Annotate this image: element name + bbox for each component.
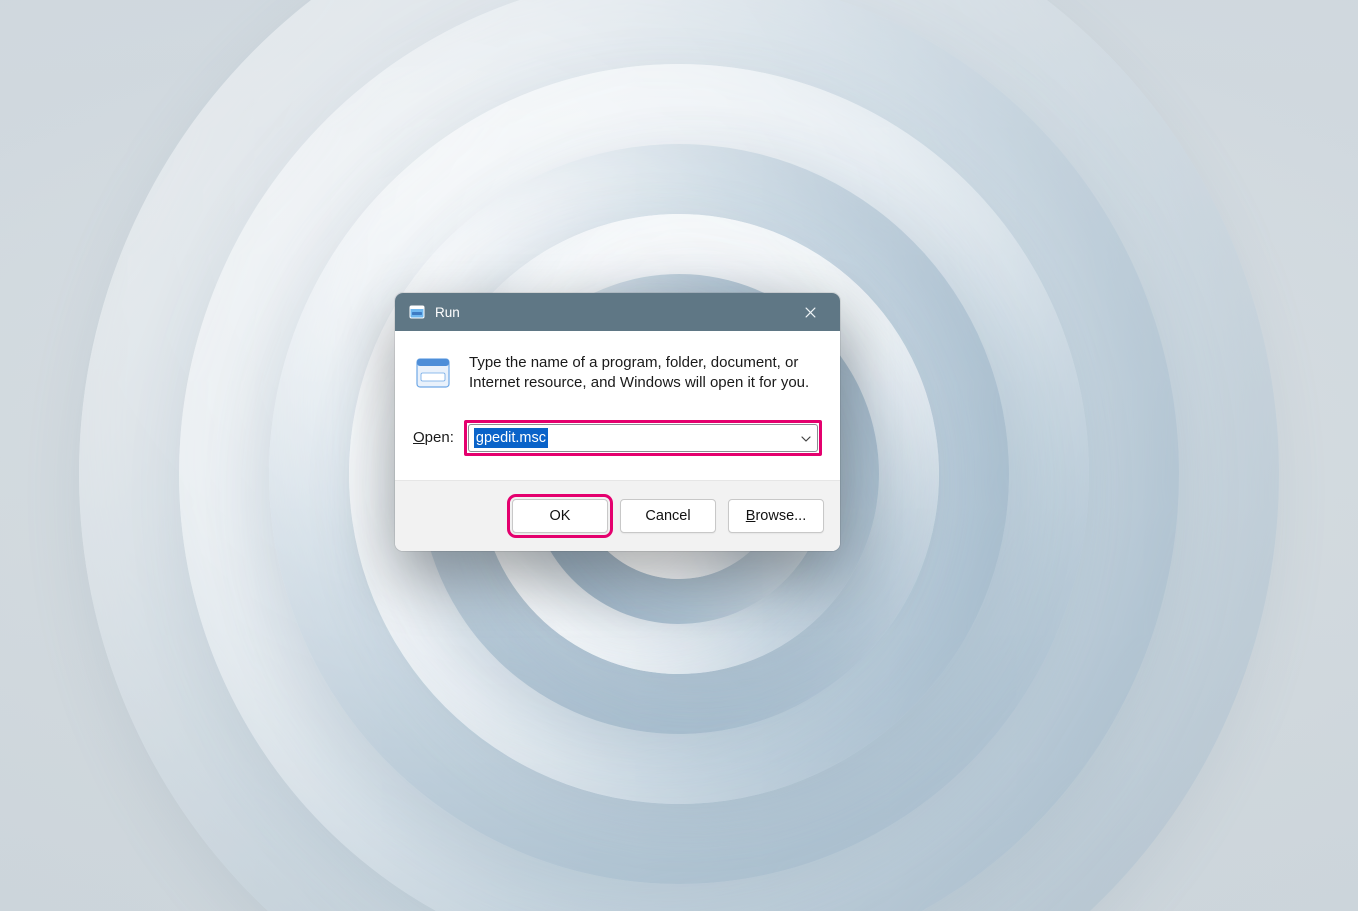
run-icon: [409, 304, 425, 320]
ok-button-label: OK: [550, 508, 571, 524]
cancel-button-label: Cancel: [645, 508, 690, 524]
titlebar[interactable]: Run: [395, 293, 840, 331]
close-icon: [805, 307, 816, 318]
close-button[interactable]: [788, 293, 832, 331]
dialog-description: Type the name of a program, folder, docu…: [469, 353, 820, 394]
browse-button-label: Browse...: [746, 508, 806, 524]
chevron-down-icon[interactable]: [801, 431, 811, 445]
cancel-button[interactable]: Cancel: [620, 499, 716, 533]
dialog-title: Run: [435, 305, 788, 320]
dialog-footer: OK Cancel Browse...: [395, 480, 840, 551]
dialog-body: Type the name of a program, folder, docu…: [395, 331, 840, 418]
ok-button[interactable]: OK: [512, 499, 608, 533]
open-input[interactable]: gpedit.msc: [468, 424, 818, 452]
open-input-value: gpedit.msc: [474, 428, 548, 448]
open-input-highlight: gpedit.msc: [464, 420, 822, 456]
browse-button[interactable]: Browse...: [728, 499, 824, 533]
open-label: Open:: [413, 429, 454, 446]
run-app-icon: [415, 355, 451, 391]
run-dialog: Run Type the name of a program, folder, …: [395, 293, 840, 551]
open-row: Open: gpedit.msc: [395, 418, 840, 480]
